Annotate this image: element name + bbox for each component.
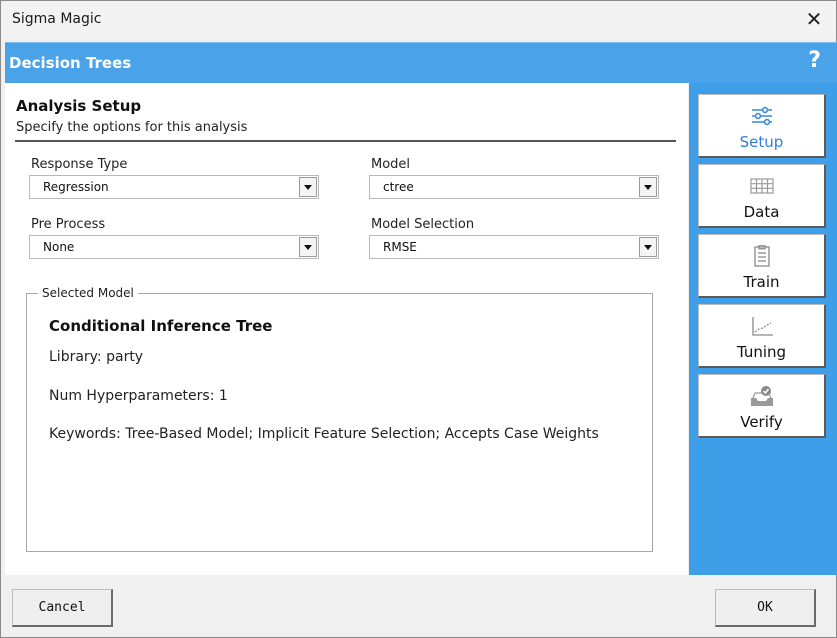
pre-process-value: None — [43, 240, 75, 254]
inbox-check-icon — [750, 386, 773, 406]
model-keywords: Keywords: Tree-Based Model; Implicit Fea… — [49, 426, 599, 442]
model-library: Library: party — [49, 349, 144, 365]
nav-setup-label: Setup — [739, 133, 784, 151]
response-type-label: Response Type — [31, 157, 128, 172]
model-label: Model — [371, 157, 411, 172]
dialog-window: Sigma Magic ✕ Decision Trees ? Analysis … — [0, 0, 837, 638]
setup-panel: Analysis Setup Specify the options for t… — [5, 83, 688, 575]
model-name: Conditional Inference Tree — [49, 317, 273, 335]
model-selection-label: Model Selection — [371, 217, 475, 232]
ok-button[interactable]: OK — [715, 589, 816, 627]
nav-tuning-button[interactable]: Tuning — [698, 304, 826, 368]
chevron-down-icon[interactable] — [639, 177, 657, 197]
sliders-icon — [751, 106, 772, 126]
model-value: ctree — [383, 180, 414, 194]
cancel-button[interactable]: Cancel — [12, 589, 113, 627]
nav-sidebar: Setup Data Train Tuning Verify — [689, 83, 837, 575]
model-select[interactable]: ctree — [369, 175, 659, 199]
chart-line-icon — [751, 317, 773, 336]
close-icon[interactable]: ✕ — [804, 8, 824, 30]
nav-verify-label: Verify — [740, 413, 783, 431]
section-title: Analysis Setup — [16, 97, 142, 115]
grid-icon — [749, 178, 774, 194]
window-title: Sigma Magic — [12, 11, 102, 27]
section-subtitle: Specify the options for this analysis — [16, 120, 248, 135]
help-icon[interactable]: ? — [808, 48, 821, 73]
nav-data-label: Data — [743, 203, 780, 221]
section-divider — [15, 140, 676, 142]
response-type-select[interactable]: Regression — [29, 175, 319, 199]
chevron-down-icon[interactable] — [299, 237, 317, 257]
pre-process-select[interactable]: None — [29, 235, 319, 259]
model-selection-select[interactable]: RMSE — [369, 235, 659, 259]
model-hyperparameters: Num Hyperparameters: 1 — [49, 388, 228, 404]
nav-data-button[interactable]: Data — [698, 164, 826, 228]
title-bar: Sigma Magic ✕ — [1, 1, 836, 39]
nav-tuning-label: Tuning — [736, 343, 787, 361]
page-title: Decision Trees — [9, 54, 132, 72]
nav-train-label: Train — [743, 273, 780, 291]
nav-verify-button[interactable]: Verify — [698, 374, 826, 438]
nav-train-button[interactable]: Train — [698, 234, 826, 298]
response-type-value: Regression — [43, 180, 109, 194]
selected-model-legend: Selected Model — [38, 286, 138, 300]
chevron-down-icon[interactable] — [639, 237, 657, 257]
header-bar: Decision Trees ? — [5, 42, 837, 83]
chevron-down-icon[interactable] — [299, 177, 317, 197]
model-selection-value: RMSE — [383, 240, 417, 254]
nav-setup-button[interactable]: Setup — [698, 94, 826, 158]
pre-process-label: Pre Process — [31, 217, 106, 232]
clipboard-icon — [753, 245, 770, 267]
